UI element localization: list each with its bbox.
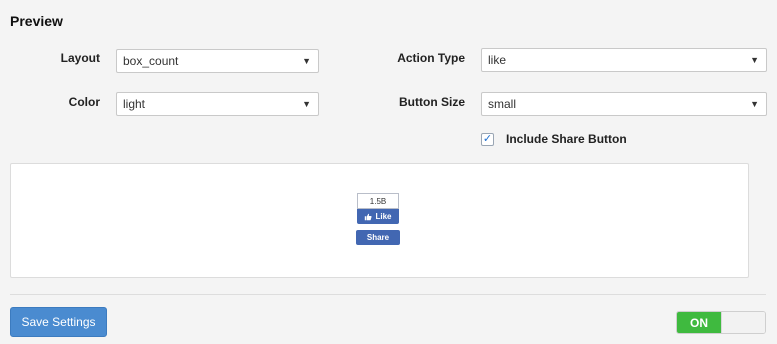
button-size-select-value: small <box>488 97 517 111</box>
preview-panel: 1.5B Like Share <box>10 163 749 278</box>
button-size-label: Button Size <box>399 95 465 109</box>
thumbs-up-icon <box>365 213 373 220</box>
layout-label: Layout <box>60 51 100 65</box>
layout-select[interactable]: box_count ▼ <box>116 49 319 73</box>
include-share-row[interactable]: ✓ Include Share Button <box>481 132 627 146</box>
toggle-knob[interactable] <box>721 312 765 333</box>
fb-like-button[interactable]: Like <box>357 209 399 224</box>
chevron-down-icon: ▼ <box>750 55 759 65</box>
color-label: Color <box>68 95 100 109</box>
page-title: Preview <box>10 13 63 29</box>
action-type-select[interactable]: like ▼ <box>481 48 767 72</box>
layout-select-value: box_count <box>123 54 179 68</box>
like-count-box: 1.5B <box>357 193 399 209</box>
chevron-down-icon: ▼ <box>750 99 759 109</box>
chevron-down-icon: ▼ <box>302 99 311 109</box>
action-type-select-value: like <box>488 53 507 67</box>
color-select[interactable]: light ▼ <box>116 92 319 116</box>
checkmark-icon: ✓ <box>482 132 493 145</box>
button-size-select[interactable]: small ▼ <box>481 92 767 116</box>
fb-share-label: Share <box>366 233 390 242</box>
save-settings-button[interactable]: Save Settings <box>10 307 107 337</box>
divider <box>10 294 766 295</box>
fb-like-widget: 1.5B Like Share <box>356 193 400 245</box>
include-share-checkbox[interactable]: ✓ <box>481 132 494 146</box>
include-share-label: Include Share Button <box>506 132 627 146</box>
action-type-label: Action Type <box>397 51 465 65</box>
toggle-on-label: ON <box>677 312 721 333</box>
fb-share-button[interactable]: Share <box>356 230 400 245</box>
fb-like-label: Like <box>375 212 392 221</box>
enable-toggle[interactable]: ON <box>676 311 766 334</box>
color-select-value: light <box>123 97 146 111</box>
chevron-down-icon: ▼ <box>302 56 311 66</box>
